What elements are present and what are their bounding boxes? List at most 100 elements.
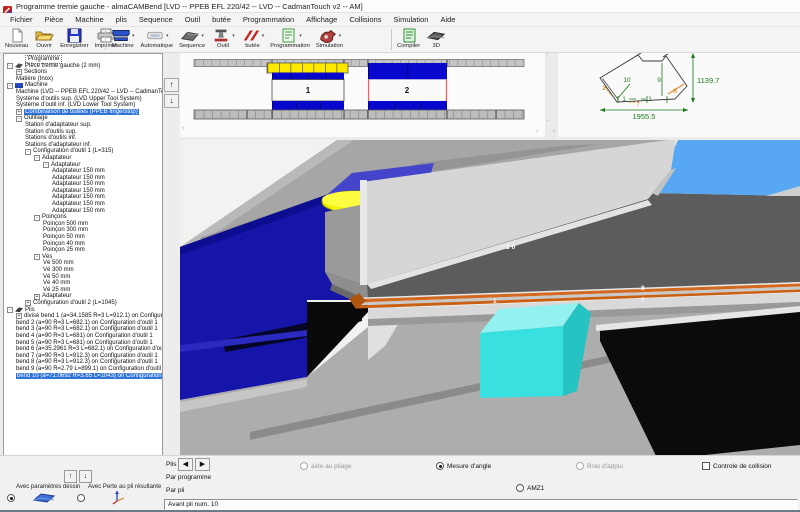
expand-icon[interactable]: + [16, 109, 22, 115]
tree-item[interactable]: Adaptateur 150 mm [4, 208, 162, 215]
tree-item[interactable]: Matière (Inox) [4, 76, 162, 83]
toolbar-button-programmation[interactable]: ▾Programmation [267, 27, 313, 49]
tree-item[interactable]: -Vés [4, 254, 162, 261]
menu-item-collisions[interactable]: Collisions [343, 15, 387, 24]
dropdown-caret-icon[interactable]: ▾ [201, 33, 204, 39]
scroll-down-icon[interactable]: ˉ [546, 120, 548, 127]
collapse-icon[interactable]: - [7, 307, 13, 313]
move-down-button[interactable]: ↓ [164, 94, 179, 108]
collapse-icon[interactable]: - [34, 155, 40, 161]
tree-item[interactable]: -Configuration d'outil 1 (L=315) [4, 148, 162, 155]
tree-item[interactable]: bend 6 (a=35.2961 R=3 L=682.1) on Config… [4, 346, 162, 353]
tree-item[interactable]: +Adaptateur [4, 293, 162, 300]
tree-item[interactable]: Vé 25 mm [4, 287, 162, 294]
tree-item[interactable]: -Machine [4, 82, 162, 89]
scroll-right-icon[interactable]: › [536, 128, 538, 135]
tree-item[interactable]: bend 3 (a=90 R=3 L=682.1) on Configurati… [4, 326, 162, 333]
move-down-button[interactable]: ↓ [79, 470, 92, 483]
tree-item[interactable]: Poinçon 25 mm [4, 247, 162, 254]
viewport-3d[interactable]: 10 8 7 1 [180, 140, 800, 455]
tree-item[interactable]: Adaptateur 150 mm [4, 194, 162, 201]
collapse-icon[interactable]: - [16, 116, 22, 122]
tree-item[interactable]: +divisé bend 1 (a=34.1585 R=3 L=912.1) o… [4, 313, 162, 320]
tool-station-strip-panel[interactable]: 1 2 ‹ › [180, 53, 545, 137]
radio-aide-au-pliage[interactable]: aide au pliage [300, 462, 351, 470]
tree-item[interactable]: Poinçon 50 mm [4, 234, 162, 241]
tree-item[interactable]: Adaptateur 150 mm [4, 168, 162, 175]
tree-item[interactable]: bend 2 (a=90 R=3 L=682.1) on Configurati… [4, 320, 162, 327]
toolbar-button-enregistrer[interactable]: Enregistrer [57, 27, 91, 49]
toolbar-button-but-e[interactable]: ▾butée [238, 27, 268, 49]
tree-item[interactable]: +Sections [4, 69, 162, 76]
expand-icon[interactable]: + [16, 69, 22, 75]
tree-item[interactable]: -Plis [4, 307, 162, 314]
menu-item-affichage[interactable]: Affichage [300, 15, 343, 24]
menu-item-pi-ce[interactable]: Pièce [39, 15, 70, 24]
collapse-icon[interactable]: - [7, 83, 13, 89]
radio-bras-appui[interactable]: Bras d'appui [576, 462, 623, 470]
tree-item[interactable]: -Pièce tremie gauche (2 mm) [4, 63, 162, 70]
tree-item[interactable]: bend 7 (a=90 R=3 L=912.3) on Configurati… [4, 353, 162, 360]
scroll-left-icon[interactable]: ‹ [553, 128, 555, 135]
tree-item[interactable]: bend 5 (a=90 R=3 L=681) on Configuration… [4, 340, 162, 347]
dropdown-caret-icon[interactable]: ▾ [339, 33, 342, 39]
dropdown-caret-icon[interactable]: ▾ [299, 33, 302, 39]
tree-item[interactable]: +Configuration d'outil 2 (L=1045) [4, 300, 162, 307]
tree-item[interactable]: Adaptateur 150 mm [4, 188, 162, 195]
tree-item[interactable]: Vé 500 mm [4, 260, 162, 267]
menu-item-simulation[interactable]: Simulation [387, 15, 434, 24]
toolbar-button-outil[interactable]: ▾Outil [208, 27, 238, 49]
move-up-button[interactable]: ↑ [164, 78, 179, 92]
tree-item[interactable]: bend 9 (a=90 R=2.79 L=899.1) on Configur… [4, 366, 162, 373]
expand-icon[interactable]: + [25, 300, 31, 306]
radio-circle-icon[interactable] [516, 484, 524, 492]
radio-circle-icon[interactable] [576, 462, 584, 470]
toolbar-button-3d[interactable]: 3D [423, 27, 449, 49]
tree-item[interactable]: bend 10 (a=71.0692 R=3.65 L=1043) on Con… [4, 373, 162, 380]
menu-item-programmation[interactable]: Programmation [237, 15, 300, 24]
tree-item[interactable]: Système d'outil inf. (LVD Lower Tool Sys… [4, 102, 162, 109]
tree-item[interactable]: Adaptateur 150 mm [4, 175, 162, 182]
tree-item[interactable]: Station d'adaptateur sup. [4, 122, 162, 129]
collapse-icon[interactable]: - [34, 215, 40, 221]
tree-item[interactable]: Poinçon 40 mm [4, 241, 162, 248]
tree-item[interactable]: Poinçon 300 mm [4, 227, 162, 234]
tree-item[interactable]: bend 8 (a=90 R=3 L=912.3) on Configurati… [4, 359, 162, 366]
radio-circle-icon[interactable] [436, 462, 444, 470]
expand-icon[interactable]: + [34, 294, 40, 300]
checkbox-controle-collision[interactable]: Controle de collision [702, 462, 772, 470]
menu-item-aide[interactable]: Aide [434, 15, 461, 24]
scroll-up-icon[interactable]: ˇ [546, 54, 548, 61]
menu-item-but-e[interactable]: butée [206, 15, 237, 24]
radio-circle-icon[interactable] [300, 462, 308, 470]
collapse-icon[interactable]: - [34, 254, 40, 260]
tree-item[interactable]: bend 4 (a=90 R=3 L=681) on Configuration… [4, 333, 162, 340]
toolbar-button-simulation[interactable]: ▾Simulation [313, 27, 346, 49]
menu-item-fichier[interactable]: Fichier [4, 15, 39, 24]
collapse-icon[interactable]: - [43, 162, 49, 168]
tree-item[interactable]: -Adaptateur [4, 162, 162, 169]
toolbar-button-ouvrir[interactable]: Ouvrir [31, 27, 57, 49]
previous-bend-button[interactable]: ◀ [178, 458, 193, 471]
next-bend-button[interactable]: ▶ [195, 458, 210, 471]
bend-profile-panel[interactable]: 1139.7 1955.5 10 9 1 1 2 7 8 [558, 53, 800, 137]
tree-view[interactable]: Programme-Pièce tremie gauche (2 mm)+Sec… [3, 53, 163, 460]
tree-item[interactable]: Stations d'outils inf. [4, 135, 162, 142]
tree-item[interactable]: Système d'outils sup. (LVD Upper Tool Sy… [4, 96, 162, 103]
dropdown-caret-icon[interactable]: ▾ [262, 33, 265, 39]
menu-item-machine[interactable]: Machine [69, 15, 109, 24]
move-up-button[interactable]: ↑ [64, 470, 77, 483]
tree-item[interactable]: -Outillage [4, 115, 162, 122]
dropdown-caret-icon[interactable]: ▾ [232, 33, 235, 39]
collapse-icon[interactable]: - [7, 63, 13, 69]
tree-item[interactable]: Programme [4, 56, 162, 63]
tree-item[interactable]: Adaptateur 150 mm [4, 201, 162, 208]
tree-item[interactable]: Machine (LVD -- PPEB EFL 220/42 -- LVD -… [4, 89, 162, 96]
toolbar-button-sequence[interactable]: ▾Sequence [176, 27, 208, 49]
tree-item[interactable]: Vé 40 mm [4, 280, 162, 287]
toolbar-button-compiler[interactable]: Compiler [394, 27, 423, 49]
checkbox-icon[interactable] [702, 462, 710, 470]
dropdown-caret-icon[interactable]: ▾ [166, 33, 169, 39]
scroll-left-icon[interactable]: ‹ [182, 125, 184, 132]
expand-icon[interactable]: + [16, 313, 22, 319]
